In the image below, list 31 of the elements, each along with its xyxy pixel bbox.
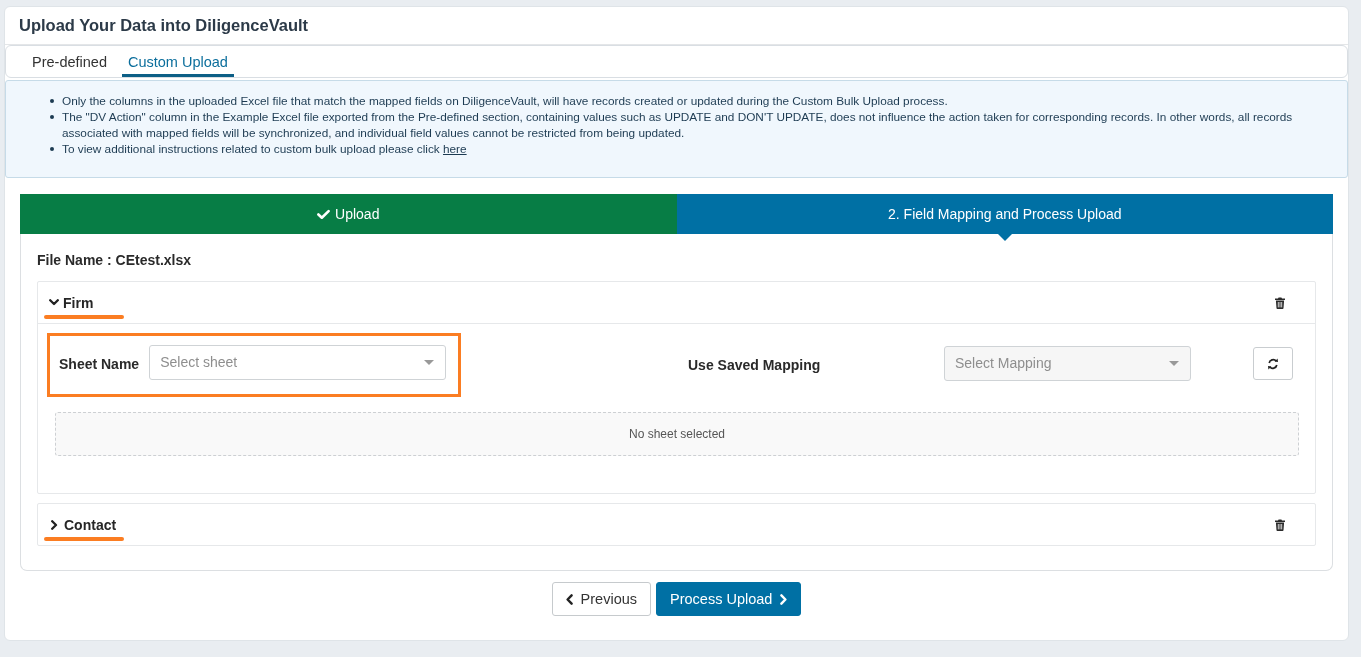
trash-icon	[1275, 518, 1285, 531]
caret-down-icon	[1169, 360, 1179, 366]
bullet-icon	[50, 115, 54, 119]
trash-icon	[1275, 296, 1285, 309]
caret-down-icon	[424, 359, 435, 365]
tab[interactable]: Pre-defined	[26, 46, 113, 77]
field-label: Use Saved Mapping	[688, 357, 822, 373]
instruction-text: The "DV Action" column in the Example Excel file exported from the Pre-defined section, containing values such as UPDATE and DON'T UPDATE, does not influence the action taken for corresponding records. In other words, all records associated with mapped fields will be synchronized, and individual field values cannot be restricted from being updated.	[62, 109, 1294, 141]
step-label: Upload	[335, 206, 380, 222]
delete-button[interactable]	[1275, 518, 1285, 531]
chevron-left-icon	[565, 593, 573, 605]
process-upload-button[interactable]: Process Upload	[656, 582, 802, 616]
help-link[interactable]: here	[443, 142, 467, 156]
refresh-icon	[1267, 357, 1279, 370]
field-label: Sheet Name	[59, 356, 140, 372]
chevron-right-icon	[780, 593, 788, 605]
refresh-button[interactable]	[1253, 347, 1293, 380]
bullet-icon	[50, 147, 54, 151]
step-label: 2. Field Mapping and Process Upload	[888, 206, 1122, 222]
check-icon	[317, 208, 331, 220]
empty-message: No sheet selected	[628, 427, 726, 441]
delete-button[interactable]	[1275, 296, 1285, 309]
instruction-text: To view additional instructions related to custom bulk upload please click here	[62, 141, 467, 157]
file-name: File Name : CEtest.xlsx	[37, 251, 193, 270]
section-toggle[interactable]: Contact	[49, 516, 117, 533]
section-toggle[interactable]: Firm	[49, 294, 94, 311]
previous-button[interactable]: Previous	[551, 582, 652, 616]
instruction-text: Only the columns in the uploaded Excel file that match the mapped fields on DiligenceVault, will have records created or updated during the Custom Bulk Upload process.	[62, 93, 948, 109]
tab[interactable]: Custom Upload	[121, 46, 234, 77]
page-title: Upload Your Data into DiligenceVault	[19, 16, 309, 35]
bullet-icon	[50, 99, 54, 103]
